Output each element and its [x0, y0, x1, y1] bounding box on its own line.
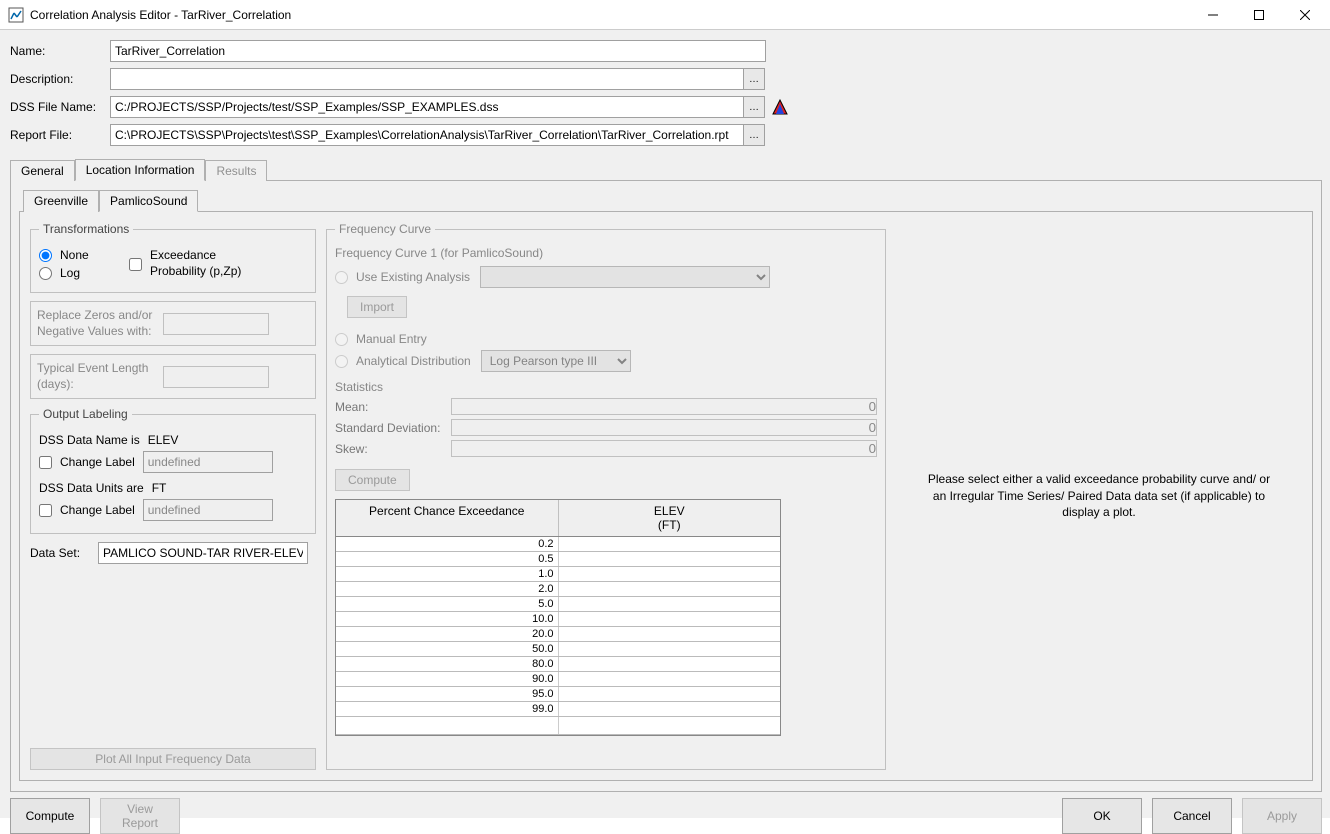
use-existing-analysis-radio: Use Existing Analysis: [335, 270, 470, 284]
ok-button[interactable]: OK: [1062, 798, 1142, 834]
dss-name-is-label: DSS Data Name is: [39, 433, 140, 447]
name-field[interactable]: [110, 40, 766, 62]
reportfile-label: Report File:: [10, 128, 110, 142]
cancel-button[interactable]: Cancel: [1152, 798, 1232, 834]
table-row[interactable]: 1.0: [336, 567, 780, 582]
transformations-group: Transformations None Log Exceedance Prob…: [30, 222, 316, 293]
table-row[interactable]: 80.0: [336, 657, 780, 672]
table-row[interactable]: 99.0: [336, 702, 780, 717]
transform-log-radio[interactable]: Log: [39, 266, 129, 280]
compute-stats-button: Compute: [335, 469, 410, 491]
description-label: Description:: [10, 72, 110, 86]
tab-location-information[interactable]: Location Information: [75, 159, 206, 181]
close-button[interactable]: [1282, 0, 1328, 30]
plot-all-input-button[interactable]: Plot All Input Frequency Data: [30, 748, 316, 770]
subtab-pamlicosound[interactable]: PamlicoSound: [99, 190, 198, 212]
dss-name-value: ELEV: [148, 433, 179, 447]
std-field: [451, 419, 877, 436]
skew-label: Skew:: [335, 442, 451, 456]
subtab-greenville[interactable]: Greenville: [23, 190, 99, 212]
manual-entry-radio: Manual Entry: [335, 332, 877, 346]
output-labeling-group: Output Labeling DSS Data Name is ELEV Ch…: [30, 407, 316, 534]
dssfile-browse-button[interactable]: …: [743, 96, 765, 118]
titlebar: Correlation Analysis Editor - TarRiver_C…: [0, 0, 1330, 30]
app-icon: [8, 7, 24, 23]
distribution-combo: Log Pearson type III: [481, 350, 631, 372]
frequency-table[interactable]: Percent Chance Exceedance ELEV(FT) 0.20.…: [335, 499, 781, 736]
col-percent-chance: Percent Chance Exceedance: [336, 500, 559, 536]
window-title: Correlation Analysis Editor - TarRiver_C…: [30, 8, 1190, 22]
table-row[interactable]: 2.0: [336, 582, 780, 597]
use-existing-analysis-combo: [480, 266, 770, 288]
tab-general[interactable]: General: [10, 160, 75, 181]
table-row[interactable]: 90.0: [336, 672, 780, 687]
typical-event-label: Typical Event Length (days):: [37, 361, 157, 392]
typical-event-box: Typical Event Length (days):: [30, 354, 316, 399]
transformations-legend: Transformations: [39, 222, 133, 236]
replace-zeros-box: Replace Zeros and/or Negative Values wit…: [30, 301, 316, 346]
compute-button[interactable]: Compute: [10, 798, 90, 834]
dataset-field[interactable]: [98, 542, 308, 564]
analytical-distribution-radio: Analytical Distribution: [335, 354, 471, 368]
frequency-curve-1-label: Frequency Curve 1 (for PamlicoSound): [335, 246, 877, 260]
apply-button: Apply: [1242, 798, 1322, 834]
dataset-label: Data Set:: [30, 546, 90, 560]
change-name-label-checkbox[interactable]: Change Label: [39, 455, 135, 469]
table-row[interactable]: 95.0: [336, 687, 780, 702]
view-report-button: View Report: [100, 798, 180, 834]
change-units-label-field: [143, 499, 273, 521]
tab-results: Results: [205, 160, 267, 181]
table-row[interactable]: 10.0: [336, 612, 780, 627]
change-name-label-field: [143, 451, 273, 473]
replace-zeros-label: Replace Zeros and/or Negative Values wit…: [37, 308, 157, 339]
frequency-curve-legend: Frequency Curve: [335, 222, 435, 236]
change-units-label-checkbox[interactable]: Change Label: [39, 503, 135, 517]
plot-icon[interactable]: [771, 98, 789, 116]
description-field[interactable]: [110, 68, 744, 90]
dssfile-field[interactable]: [110, 96, 744, 118]
import-button: Import: [347, 296, 407, 318]
dssfile-label: DSS File Name:: [10, 100, 110, 114]
maximize-button[interactable]: [1236, 0, 1282, 30]
dss-units-are-label: DSS Data Units are: [39, 481, 144, 495]
statistics-label: Statistics: [335, 380, 877, 394]
output-labeling-legend: Output Labeling: [39, 407, 132, 421]
minimize-button[interactable]: [1190, 0, 1236, 30]
reportfile-browse-button[interactable]: …: [743, 124, 765, 146]
table-row[interactable]: 0.2: [336, 537, 780, 552]
mean-field: [451, 398, 877, 415]
replace-zeros-field: [163, 313, 269, 335]
transform-none-radio[interactable]: None: [39, 248, 129, 262]
col-elev: ELEV(FT): [559, 500, 781, 536]
table-row[interactable]: 20.0: [336, 627, 780, 642]
typical-event-field: [163, 366, 269, 388]
tab-panel: Greenville PamlicoSound Transformations …: [10, 180, 1322, 792]
table-row[interactable]: 0.5: [336, 552, 780, 567]
dss-units-value: FT: [152, 481, 167, 495]
transform-exceedance-checkbox[interactable]: Exceedance Probability (p,Zp): [129, 248, 269, 279]
skew-field: [451, 440, 877, 457]
std-label: Standard Deviation:: [335, 421, 451, 435]
description-expand-button[interactable]: …: [743, 68, 765, 90]
mean-label: Mean:: [335, 400, 451, 414]
frequency-curve-group: Frequency Curve Frequency Curve 1 (for P…: [326, 222, 886, 770]
table-row[interactable]: 50.0: [336, 642, 780, 657]
table-row[interactable]: 5.0: [336, 597, 780, 612]
name-label: Name:: [10, 44, 110, 58]
plot-placeholder-message: Please select either a valid exceedance …: [896, 471, 1302, 521]
reportfile-field[interactable]: [110, 124, 744, 146]
